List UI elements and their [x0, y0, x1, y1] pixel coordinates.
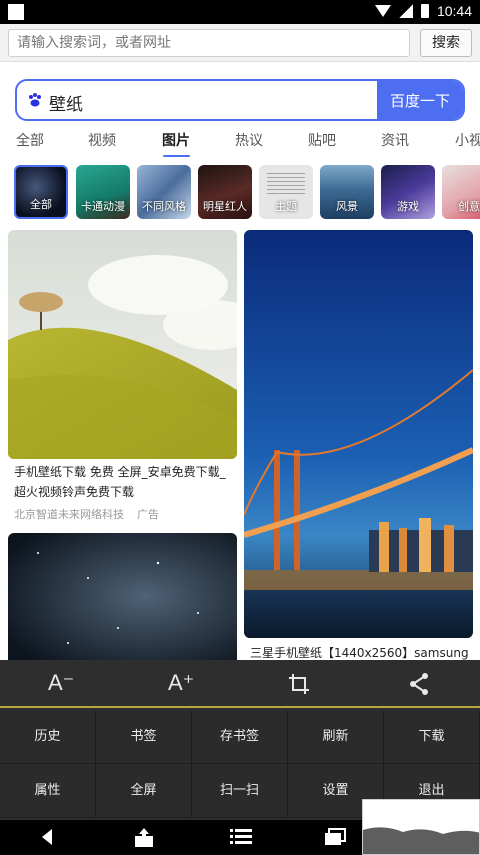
tab-short-video[interactable]: 小视	[455, 130, 480, 150]
menu-properties[interactable]: 属性	[0, 764, 96, 818]
category-scenery[interactable]: 风景	[320, 165, 374, 219]
ad-label: 广告	[137, 508, 159, 521]
hill-image	[8, 230, 237, 459]
menu-icon[interactable]	[230, 828, 252, 846]
card-1-title[interactable]: 手机壁纸下载 免费 全屏_安卓免费下载_超火视频铃声免费下载	[14, 462, 234, 502]
search-tabs: 全部 视频 图片 热议 贴吧 资讯 小视	[0, 124, 480, 157]
category-styles[interactable]: 不同风格	[137, 165, 191, 219]
menu-save-bookmark[interactable]: 存书签	[192, 710, 288, 764]
address-bar: 请输入搜索词，或者网址 搜索	[0, 24, 480, 62]
search-box: 壁纸 百度一下	[15, 79, 465, 121]
search-query[interactable]: 壁纸	[49, 90, 83, 115]
category-all[interactable]: 全部	[14, 165, 68, 219]
category-creative[interactable]: 创意	[442, 165, 480, 219]
battery-icon	[420, 4, 429, 18]
active-tab-indicator	[163, 155, 190, 157]
wallpaper-card-3[interactable]	[8, 533, 237, 660]
url-input[interactable]: 请输入搜索词，或者网址	[8, 29, 410, 57]
starry-sky-image	[8, 533, 237, 660]
tab-discussion[interactable]: 热议	[235, 130, 263, 150]
wifi-icon	[374, 5, 391, 17]
category-strip: 全部 卡通动漫 不同风格 明星红人 主题 风景 游戏 创意	[0, 165, 480, 220]
share-icon[interactable]	[408, 672, 430, 696]
tabs-icon[interactable]	[324, 828, 346, 846]
thumbnail-image	[363, 800, 479, 854]
tab-news[interactable]: 资讯	[381, 130, 409, 150]
menu-scan[interactable]: 扫一扫	[192, 764, 288, 818]
category-theme[interactable]: 主题	[259, 165, 313, 219]
menu-bookmarks[interactable]: 书签	[96, 710, 192, 764]
tab-tieba[interactable]: 贴吧	[308, 130, 336, 150]
baidu-paw-icon	[29, 93, 41, 107]
category-games[interactable]: 游戏	[381, 165, 435, 219]
bridge-image	[244, 230, 473, 638]
menu-download[interactable]: 下载	[384, 710, 480, 764]
cellular-icon	[398, 4, 413, 18]
wallpaper-card-2[interactable]	[244, 230, 473, 638]
wallpaper-card-1[interactable]	[8, 230, 237, 459]
browser-menu: A⁻ A⁺ 历史 书签 存书签 刷新 下载 属性 全屏 扫一扫 设置 退出	[0, 660, 480, 820]
card-1-source: 北京智道未来网络科技	[14, 508, 124, 521]
baidu-search-button[interactable]: 百度一下	[377, 81, 463, 119]
menu-history[interactable]: 历史	[0, 710, 96, 764]
floating-thumbnail[interactable]	[362, 799, 480, 855]
status-bar: 10:44	[0, 0, 480, 24]
tab-images[interactable]: 图片	[162, 130, 190, 150]
notification-icon	[8, 4, 24, 20]
clock: 10:44	[436, 3, 472, 19]
category-cartoon[interactable]: 卡通动漫	[76, 165, 130, 219]
search-button[interactable]: 搜索	[420, 29, 472, 57]
font-decrease-icon[interactable]: A⁻	[48, 670, 74, 696]
menu-toolbar: A⁻ A⁺	[0, 660, 480, 708]
upload-icon[interactable]	[134, 828, 154, 848]
menu-refresh[interactable]: 刷新	[288, 710, 384, 764]
crop-icon[interactable]	[288, 673, 310, 695]
category-celebrity[interactable]: 明星红人	[198, 165, 252, 219]
font-increase-icon[interactable]: A⁺	[168, 670, 194, 696]
tab-all[interactable]: 全部	[16, 130, 44, 150]
tab-video[interactable]: 视频	[88, 130, 116, 150]
menu-fullscreen[interactable]: 全屏	[96, 764, 192, 818]
back-icon[interactable]	[40, 828, 54, 846]
